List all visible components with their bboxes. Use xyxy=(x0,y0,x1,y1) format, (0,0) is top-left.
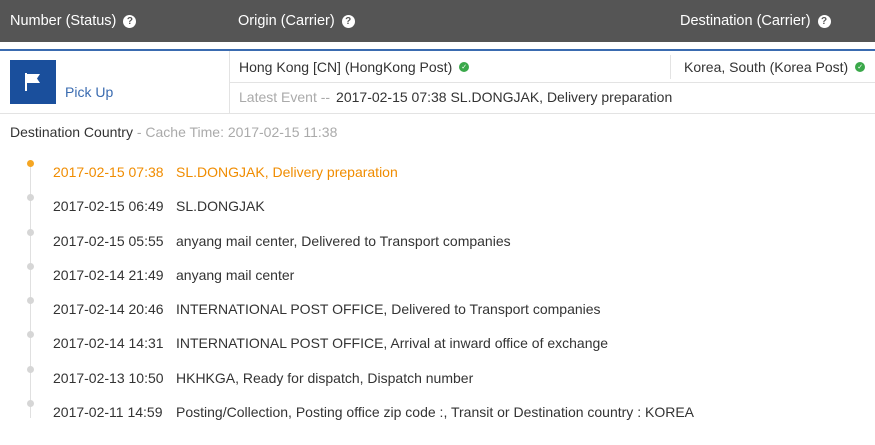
timeline-dot xyxy=(27,331,34,338)
event-time: 2017-02-14 21:49 xyxy=(53,267,164,283)
timeline-event: 2017-02-15 06:49 SL.DONGJAK xyxy=(0,190,875,214)
event-description: anyang mail center, Delivered to Transpo… xyxy=(176,233,511,249)
status-label[interactable]: Pick Up xyxy=(65,84,113,100)
number-status-label: Number (Status) xyxy=(10,13,117,29)
event-description: Posting/Collection, Posting office zip c… xyxy=(176,404,694,420)
help-icon[interactable]: ? xyxy=(341,14,355,28)
timeline-dot xyxy=(27,194,34,201)
timeline-dot xyxy=(27,160,34,167)
event-description: SL.DONGJAK xyxy=(176,198,265,214)
event-time: 2017-02-11 14:59 xyxy=(53,404,163,420)
destination-carrier-label: Destination (Carrier) xyxy=(680,13,811,29)
number-status-header: Number (Status) ? xyxy=(10,0,137,42)
origin-carrier-label: Origin (Carrier) xyxy=(238,13,335,29)
timeline-dot xyxy=(27,229,34,236)
timeline-event: 2017-02-14 21:49 anyang mail center xyxy=(0,259,875,283)
event-description: SL.DONGJAK, Delivery preparation xyxy=(176,164,398,180)
event-time: 2017-02-14 14:31 xyxy=(53,335,164,351)
timeline-dot xyxy=(27,263,34,270)
timeline-event: 2017-02-13 10:50 HKHKGA, Ready for dispa… xyxy=(0,362,875,386)
event-description: INTERNATIONAL POST OFFICE, Arrival at in… xyxy=(176,335,609,351)
timeline-dot xyxy=(27,400,34,407)
timeline-event: 2017-02-14 14:31 INTERNATIONAL POST OFFI… xyxy=(0,327,875,351)
check-icon: ✓ xyxy=(459,62,470,72)
origin-carrier-header: Origin (Carrier) ? xyxy=(238,0,355,42)
section-title: Destination Country xyxy=(10,124,133,140)
latest-event-text: 2017-02-15 07:38 SL.DONGJAK, Delivery pr… xyxy=(336,89,673,105)
event-time: 2017-02-15 05:55 xyxy=(53,233,164,249)
timeline-event: 2017-02-14 20:46 INTERNATIONAL POST OFFI… xyxy=(0,293,875,317)
section-heading: Destination Country - Cache Time: 2017-0… xyxy=(10,124,337,140)
event-time: 2017-02-14 20:46 xyxy=(53,301,164,317)
event-description: HKHKGA, Ready for dispatch, Dispatch num… xyxy=(176,370,474,386)
help-icon[interactable]: ? xyxy=(817,14,831,28)
event-time: 2017-02-15 06:49 xyxy=(53,198,164,214)
destination-text: Korea, South (Korea Post) xyxy=(684,59,849,75)
origin-carrier: Hong Kong [CN] (HongKong Post) ✓ xyxy=(239,59,470,75)
cache-time: - Cache Time: 2017-02-15 11:38 xyxy=(132,124,338,140)
timeline-event: 2017-02-15 07:38 SL.DONGJAK, Delivery pr… xyxy=(0,156,875,180)
check-icon: ✓ xyxy=(855,62,866,72)
help-icon[interactable]: ? xyxy=(123,14,137,28)
timeline-event: 2017-02-15 05:55 anyang mail center, Del… xyxy=(0,225,875,249)
table-header: Number (Status) ? Origin (Carrier) ? Des… xyxy=(0,0,875,42)
shipment-row[interactable]: Pick Up Hong Kong [CN] (HongKong Post) ✓… xyxy=(0,51,875,114)
row-divider xyxy=(229,82,875,83)
latest-event-label: Latest Event -- xyxy=(239,89,331,105)
event-time: 2017-02-13 10:50 xyxy=(53,370,164,386)
event-description: INTERNATIONAL POST OFFICE, Delivered to … xyxy=(176,301,601,317)
timeline-event: 2017-02-11 14:59 Posting/Collection, Pos… xyxy=(0,396,875,420)
event-description: anyang mail center xyxy=(176,267,295,283)
timeline-dot xyxy=(27,366,34,373)
event-time: 2017-02-15 07:38 xyxy=(53,164,164,180)
flag-icon[interactable] xyxy=(10,60,56,104)
destination-carrier-header: Destination (Carrier) ? xyxy=(680,0,831,42)
column-divider xyxy=(670,55,671,79)
destination-carrier: Korea, South (Korea Post) ✓ xyxy=(684,59,866,75)
origin-text: Hong Kong [CN] (HongKong Post) xyxy=(239,59,453,75)
timeline-dot xyxy=(27,297,34,304)
latest-event: Latest Event -- 2017-02-15 07:38 SL.DONGJ… xyxy=(239,89,672,105)
